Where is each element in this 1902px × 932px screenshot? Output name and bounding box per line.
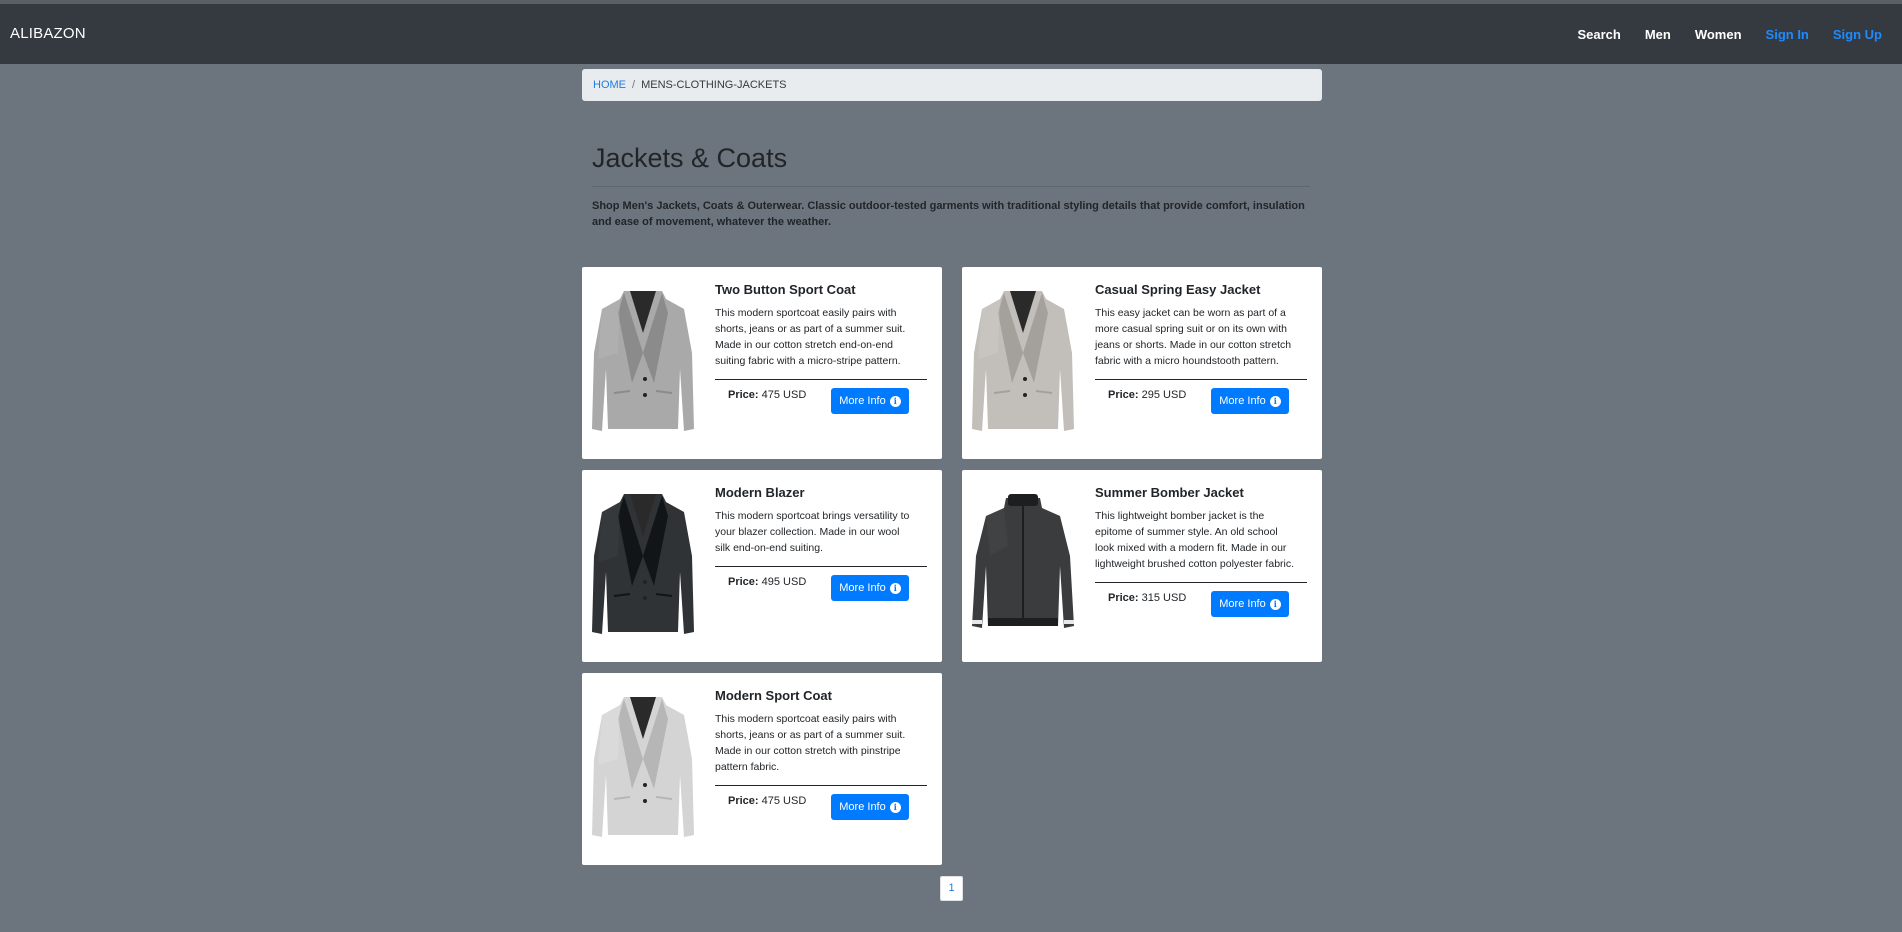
product-price: Price: 315 USD (1108, 592, 1186, 604)
product-card-body: Summer Bomber Jacket This lightweight bo… (1095, 485, 1307, 625)
price-row: Price: 475 USD More Info i (715, 794, 915, 828)
price-row: Price: 315 USD More Info i (1095, 591, 1295, 625)
product-description: This lightweight bomber jacket is the ep… (1095, 510, 1295, 570)
product-price: Price: 495 USD (728, 576, 806, 588)
page-title: Jackets & Coats (592, 143, 788, 173)
info-circle-icon: i (1269, 395, 1281, 407)
page-description: Shop Men's Jackets, Coats & Outerwear. C… (592, 200, 1305, 228)
price-value: 495 USD (761, 576, 807, 588)
price-row: Price: 475 USD More Info i (715, 388, 915, 422)
nav-links: Search Men Women Sign In Sign Up (1565, 4, 1882, 64)
title-divider (592, 186, 1310, 187)
product-card-body: Modern Blazer This modern sportcoat brin… (715, 485, 927, 609)
info-circle-icon: i (889, 801, 901, 813)
product-card-body: Modern Sport Coat This modern sportcoat … (715, 688, 927, 828)
product-card-body: Two Button Sport Coat This modern sportc… (715, 282, 927, 422)
nav-sign-in-link[interactable]: Sign In (1754, 27, 1821, 42)
product-price: Price: 475 USD (728, 389, 806, 401)
more-info-label: More Info (839, 801, 886, 813)
nav-women-link[interactable]: Women (1683, 27, 1754, 42)
nav-sign-up-link[interactable]: Sign Up (1821, 27, 1882, 42)
card-divider (715, 566, 927, 567)
more-info-button[interactable]: More Info i (831, 575, 909, 601)
breadcrumb-home-link[interactable]: HOME (593, 79, 626, 91)
card-divider (715, 785, 927, 786)
more-info-label: More Info (839, 395, 886, 407)
product-description: This modern sportcoat brings versatility… (715, 510, 910, 554)
product-description: This easy jacket can be worn as part of … (1095, 307, 1292, 367)
price-label: Price: (1108, 389, 1139, 401)
nav-search-link[interactable]: Search (1565, 27, 1632, 42)
product-card: Casual Spring Easy Jacket This easy jack… (962, 267, 1322, 459)
product-image[interactable] (588, 689, 698, 843)
product-title: Modern Blazer (715, 485, 805, 500)
product-image[interactable] (588, 283, 698, 437)
breadcrumb: HOME / MENS-CLOTHING-JACKETS (582, 69, 1322, 101)
price-row: Price: 295 USD More Info i (1095, 388, 1295, 422)
product-card: Modern Blazer This modern sportcoat brin… (582, 470, 942, 662)
info-circle-icon: i (1269, 598, 1281, 610)
product-price: Price: 475 USD (728, 795, 806, 807)
price-row: Price: 495 USD More Info i (715, 575, 915, 609)
navbar: ALIBAZON Search Men Women Sign In Sign U… (0, 4, 1902, 64)
price-label: Price: (728, 795, 759, 807)
info-circle-icon: i (889, 395, 901, 407)
product-card: Two Button Sport Coat This modern sportc… (582, 267, 942, 459)
brand-logo[interactable]: ALIBAZON (10, 4, 86, 64)
product-title: Summer Bomber Jacket (1095, 485, 1244, 500)
product-image[interactable] (588, 486, 698, 640)
more-info-button[interactable]: More Info i (831, 388, 909, 414)
price-label: Price: (1108, 592, 1139, 604)
nav-men-link[interactable]: Men (1633, 27, 1683, 42)
product-title: Casual Spring Easy Jacket (1095, 282, 1261, 297)
product-image[interactable] (968, 486, 1078, 640)
product-image[interactable] (968, 283, 1078, 437)
price-label: Price: (728, 576, 759, 588)
more-info-label: More Info (839, 582, 886, 594)
price-value: 475 USD (761, 795, 807, 807)
product-card: Summer Bomber Jacket This lightweight bo… (962, 470, 1322, 662)
more-info-button[interactable]: More Info i (1211, 591, 1289, 617)
price-value: 295 USD (1141, 389, 1187, 401)
price-value: 475 USD (761, 389, 807, 401)
card-divider (715, 379, 927, 380)
more-info-label: More Info (1219, 598, 1266, 610)
more-info-button[interactable]: More Info i (1211, 388, 1289, 414)
product-title: Two Button Sport Coat (715, 282, 856, 297)
card-divider (1095, 379, 1307, 380)
product-description: This modern sportcoat easily pairs with … (715, 307, 906, 367)
product-price: Price: 295 USD (1108, 389, 1186, 401)
price-value: 315 USD (1141, 592, 1187, 604)
more-info-label: More Info (1219, 395, 1266, 407)
product-card: Modern Sport Coat This modern sportcoat … (582, 673, 942, 865)
pagination-page-1[interactable]: 1 (940, 876, 963, 901)
more-info-button[interactable]: More Info i (831, 794, 909, 820)
info-circle-icon: i (889, 582, 901, 594)
product-description: This modern sportcoat easily pairs with … (715, 713, 906, 773)
product-card-body: Casual Spring Easy Jacket This easy jack… (1095, 282, 1307, 422)
breadcrumb-current: MENS-CLOTHING-JACKETS (641, 79, 787, 91)
price-label: Price: (728, 389, 759, 401)
card-divider (1095, 582, 1307, 583)
breadcrumb-separator: / (632, 79, 636, 91)
product-title: Modern Sport Coat (715, 688, 832, 703)
